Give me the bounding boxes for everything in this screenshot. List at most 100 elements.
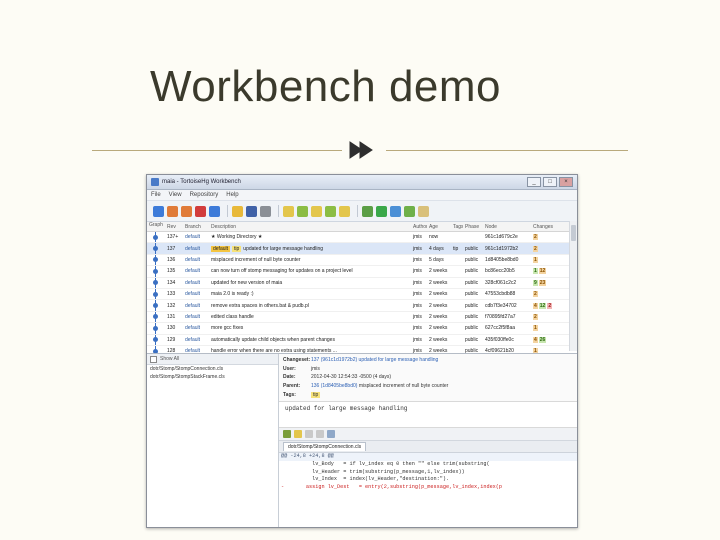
revision-row[interactable]: 135 default can now turn off stomp messagi… [147,266,577,278]
log-scrollbar[interactable] [569,221,577,351]
clone-icon[interactable] [311,205,322,217]
minimize-button[interactable]: _ [527,177,541,187]
branch-icon[interactable] [260,205,271,217]
branch-cell: default [185,291,201,298]
file-item[interactable]: dotr/Stomp/StompConnection.cls [147,365,278,373]
revision-row[interactable]: 131 default edited class handle jmis 2 weeks… [147,311,577,324]
annotate-icon[interactable] [297,205,308,217]
revert-icon[interactable] [404,205,415,217]
forward-icon[interactable] [181,205,192,217]
revision-row[interactable]: 136 default misplaced increment of null by… [147,254,577,267]
node-cell: 961c1d1972b2 [485,245,519,252]
parent-link[interactable]: 136 (1d8405be8bd0) [311,383,357,389]
filter-icon[interactable] [232,205,243,217]
change-count-badge: 26 [538,336,547,343]
col-phase[interactable]: Phase [463,224,483,230]
show-all-label: Show All [160,356,180,362]
description-cell: remove extra spaces in others.bat & pudb… [209,303,411,309]
bullet-arrow-icon [349,141,373,159]
diff-mode-icon[interactable] [294,430,302,438]
revision-row[interactable]: 129 default automatically update child obj… [147,334,577,346]
close-button[interactable]: × [559,177,573,187]
menu-bar: File View Repository Help [147,190,577,201]
push-icon[interactable] [339,205,350,217]
rev-cell: 131 [167,313,176,320]
diff-line: - assign lv_Dest = entry(2,substring(p_m… [281,484,503,491]
revision-list: 137+ default ★ Working Directory ★ jmis now 9… [147,232,577,369]
revision-row[interactable]: 132 default remove extra spaces in others.… [147,300,577,312]
age-cell: 2 weeks [429,313,448,320]
diff-toolbar [279,428,577,441]
refresh-icon[interactable] [153,205,164,217]
description-text: updated for new version of maia [211,279,283,286]
diff-icon[interactable] [283,205,294,217]
col-author[interactable]: Author [411,224,427,230]
check-icon[interactable] [376,205,387,217]
search-icon[interactable] [418,205,429,217]
change-count-badge: 23 [538,279,547,286]
col-branch[interactable]: Branch [183,224,209,230]
rev-cell: 137 [167,245,176,252]
branch-cell: default [185,302,201,309]
col-tags[interactable]: Tags [451,224,463,230]
age-cell: now [429,234,439,241]
scrollbar-thumb[interactable] [571,225,576,241]
change-count-badge: 1 [533,268,538,275]
age-cell: 2 weeks [429,291,448,298]
change-count-badge: 12 [538,302,547,309]
graph-dot [152,246,158,252]
graph-node [147,288,165,300]
diff-line: lv_Index = index(lv_Header,"destination:… [281,476,450,483]
menu-view[interactable]: View [169,192,182,198]
author-cell: jmis [413,234,422,241]
col-node[interactable]: Node [483,224,531,230]
changeset-label: Changeset: [283,357,311,364]
node-cell: 47553cbdb88 [485,291,516,298]
changeset-value[interactable]: 137 (961c1d1972b2) updated for large mes… [311,357,438,363]
age-cell: 2 weeks [429,268,448,275]
bookmark-icon[interactable] [246,205,257,217]
tab-diff-file[interactable]: dotr/Stomp/StompConnection.cls [283,442,367,451]
phase-cell: public [465,245,479,252]
menu-help[interactable]: Help [226,192,238,198]
rev-cell: 130 [167,325,176,332]
graph-dot [152,314,158,320]
revision-row[interactable]: 134 default updated for new version of mai… [147,277,577,289]
diff-search-icon[interactable] [327,430,335,438]
up-icon[interactable] [209,205,220,217]
back-icon[interactable] [167,205,178,217]
revision-row[interactable]: 130 default more gcc fixes jmis 2 weeks publi… [147,323,577,335]
commit-icon[interactable] [362,205,373,217]
col-age[interactable]: Age [427,224,451,230]
menu-repository[interactable]: Repository [190,192,219,198]
diff-line: @@ -24,8 +24,8 @@ [279,453,577,461]
node-cell: 328cf061c2c2 [485,279,517,286]
col-description[interactable]: Description [209,224,411,230]
update-icon[interactable] [390,205,401,217]
workbench-window: maia - TortoiseHg Workbench _ □ × File V… [146,174,578,528]
col-rev[interactable]: Rev [165,224,183,230]
maximize-button[interactable]: □ [543,177,557,187]
pull-icon[interactable] [325,205,336,217]
next-hunk-icon[interactable] [316,430,324,438]
change-count-badge: 2 [533,313,538,320]
stop-icon[interactable] [195,205,206,217]
menu-file[interactable]: File [151,192,161,198]
date-value: 2012-04-30 12:54:33 -0500 (4 days) [311,374,392,381]
file-item[interactable]: dotr/Stomp/StompStackFrame.cls [147,373,278,381]
author-cell: jmis [413,245,422,252]
description-text: edited class handle [211,313,254,320]
node-cell: 627cc2f5f8aa [485,325,516,332]
description-text: ★ Working Directory ★ [211,234,263,241]
col-graph[interactable]: Graph [147,222,165,231]
prev-hunk-icon[interactable] [305,430,313,438]
annotate-toggle-icon[interactable] [283,430,291,438]
show-all-checkbox[interactable] [150,355,157,363]
revision-row[interactable]: 137 default default tip updated for large me… [147,243,577,255]
col-changes[interactable]: Changes [531,224,561,230]
graph-node [147,334,165,345]
revision-row[interactable]: 133 default maia 2.0 is ready :) jmis 2 week… [147,288,577,301]
revision-row[interactable]: 137+ default ★ Working Directory ★ jmis now 9… [147,232,577,244]
graph-dot [152,280,158,286]
author-cell: jmis [413,268,422,275]
